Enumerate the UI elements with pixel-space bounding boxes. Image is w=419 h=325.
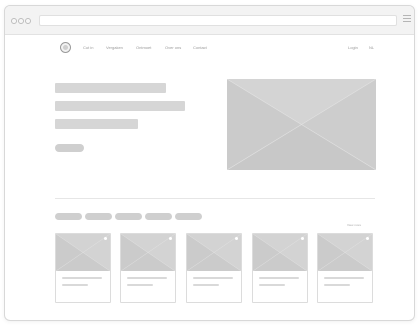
product-title-line	[193, 277, 233, 279]
image-placeholder-icon	[56, 234, 110, 272]
nav-item-vergaken[interactable]: Vergaken	[106, 45, 123, 50]
product-image-placeholder	[56, 234, 110, 272]
hero-image-placeholder	[227, 79, 376, 170]
product-price-line	[127, 284, 153, 286]
window-minimize-control[interactable]	[18, 18, 24, 24]
section-divider	[55, 198, 375, 199]
login-link[interactable]: Login	[348, 45, 358, 50]
window-close-control[interactable]	[11, 18, 17, 24]
browser-titlebar	[5, 6, 414, 35]
hero-title-line-2	[55, 101, 185, 111]
product-card[interactable]	[317, 233, 373, 303]
browser-window: Cut in Vergaken Ontmoet Over ons Contact…	[4, 5, 415, 321]
product-image-placeholder	[187, 234, 241, 272]
view-more-link[interactable]: View more	[347, 223, 361, 227]
image-placeholder-icon	[187, 234, 241, 272]
language-switch[interactable]: NL	[369, 45, 374, 50]
product-card[interactable]	[55, 233, 111, 303]
circle-logo-icon[interactable]	[60, 42, 71, 53]
product-title-line	[127, 277, 167, 279]
favorite-icon[interactable]	[169, 237, 172, 240]
filter-pill-5[interactable]	[175, 213, 202, 220]
nav-item-over-ons[interactable]: Over ons	[165, 45, 181, 50]
filter-pill-3[interactable]	[115, 213, 142, 220]
nav-item-ontmoet[interactable]: Ontmoet	[136, 45, 151, 50]
product-title-line	[62, 277, 102, 279]
product-price-line	[324, 284, 350, 286]
nav-item-contact[interactable]: Contact	[193, 45, 207, 50]
image-placeholder-icon	[253, 234, 307, 272]
nav-item-cut-in[interactable]: Cut in	[83, 45, 93, 50]
favorite-icon[interactable]	[366, 237, 369, 240]
hero-cta-button[interactable]	[55, 144, 84, 152]
product-card[interactable]	[186, 233, 242, 303]
hamburger-menu-icon[interactable]	[403, 15, 411, 23]
product-card[interactable]	[252, 233, 308, 303]
product-image-placeholder	[121, 234, 175, 272]
hero-title-line-3	[55, 119, 138, 129]
favorite-icon[interactable]	[104, 237, 107, 240]
image-placeholder-icon	[227, 79, 376, 170]
product-price-line	[62, 284, 88, 286]
window-maximize-control[interactable]	[25, 18, 31, 24]
product-price-line	[259, 284, 285, 286]
product-price-line	[193, 284, 219, 286]
product-card[interactable]	[120, 233, 176, 303]
filter-pill-4[interactable]	[145, 213, 172, 220]
product-image-placeholder	[253, 234, 307, 272]
image-placeholder-icon	[121, 234, 175, 272]
favorite-icon[interactable]	[301, 237, 304, 240]
product-title-line	[324, 277, 364, 279]
product-title-line	[259, 277, 299, 279]
product-image-placeholder	[318, 234, 372, 272]
image-placeholder-icon	[318, 234, 372, 272]
address-bar[interactable]	[39, 15, 397, 26]
filter-pill-2[interactable]	[85, 213, 112, 220]
hero-title-line-1	[55, 83, 166, 93]
filter-pill-1[interactable]	[55, 213, 82, 220]
favorite-icon[interactable]	[235, 237, 238, 240]
